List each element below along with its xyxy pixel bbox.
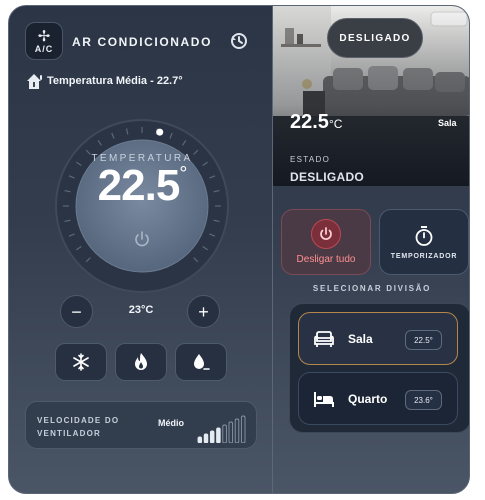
average-temperature-text: Temperatura Média - 22.7° (47, 75, 183, 87)
minus-icon: − (71, 301, 82, 322)
fan-icon: ✢ (37, 27, 51, 45)
room-photo-name: Sala (438, 118, 457, 128)
fan-speed-value: Médio (158, 418, 184, 428)
snowflake-icon (73, 353, 89, 371)
power-icon[interactable] (132, 229, 152, 249)
increase-temperature-button[interactable]: + (187, 295, 220, 328)
left-panel: ✢ A/C AR CONDICIONADO Temperatura Média … (9, 6, 272, 493)
ac-logo-text: A/C (34, 43, 54, 54)
dial-value: 22.5° (97, 161, 188, 210)
fan-speed-label-line1: VELOCIDADE DO (37, 416, 120, 425)
history-button[interactable] (229, 31, 249, 51)
fan-speed-control[interactable]: VELOCIDADE DO VENTILADOR Médio (25, 401, 257, 449)
mode-dry-button[interactable] (175, 343, 227, 381)
timer-label: TEMPORIZADOR (390, 252, 458, 260)
room-photo-temperature: 22.5°C (290, 111, 343, 133)
fan-speed-bar[interactable] (197, 436, 203, 443)
ac-control-card: ✢ A/C AR CONDICIONADO Temperatura Média … (8, 5, 470, 494)
fan-speed-label: VELOCIDADE DO VENTILADOR (37, 414, 119, 440)
mode-cool-button[interactable] (55, 343, 107, 381)
dial-knob[interactable] (156, 128, 164, 136)
flame-icon (135, 353, 147, 370)
fan-speed-bar[interactable] (240, 415, 246, 443)
droplet-icon (194, 354, 210, 370)
fan-speed-bar[interactable] (203, 433, 209, 443)
fan-speed-bar[interactable] (222, 424, 227, 443)
sofa-icon (314, 331, 334, 347)
fan-speed-label-line2: VENTILADOR (37, 429, 101, 438)
app-title: AR CONDICIONADO (72, 35, 212, 49)
history-icon (231, 33, 247, 49)
status-pill: DESLIGADO (327, 18, 423, 58)
temperature-dial[interactable]: TEMPERATURA 22.5° (47, 111, 237, 301)
fan-speed-bar[interactable] (228, 421, 234, 443)
fan-speed-bar[interactable] (234, 418, 240, 443)
plus-icon: + (198, 301, 209, 322)
decrease-temperature-button[interactable]: − (60, 295, 93, 328)
power-off-icon (311, 219, 341, 249)
home-thermometer-icon (27, 74, 42, 89)
setpoint-value: 23°C (128, 304, 154, 316)
room-name: Quarto (348, 392, 388, 406)
room-temperature-badge: 22.5° (405, 330, 442, 350)
ac-logo: ✢ A/C (25, 22, 63, 60)
fan-speed-bar[interactable] (216, 427, 221, 443)
room-name: Sala (348, 332, 373, 346)
state-value: DESLIGADO (290, 170, 365, 184)
room-item-quarto[interactable]: Quarto 23.6° (298, 372, 458, 425)
average-temperature: Temperatura Média - 22.7° (25, 72, 183, 90)
bed-icon (314, 392, 334, 407)
stopwatch-icon (415, 225, 433, 246)
turn-off-all-label: Desligar tudo (296, 254, 356, 265)
mode-heat-button[interactable] (115, 343, 167, 381)
turn-off-all-button[interactable]: Desligar tudo (281, 209, 371, 275)
room-select-title: SELECIONAR DIVISÃO (312, 284, 432, 293)
room-item-sala[interactable]: Sala 22.5° (298, 312, 458, 365)
state-label: ESTADO (290, 155, 331, 164)
room-list: Sala 22.5° Quarto 23.6° (289, 303, 469, 433)
fan-speed-bars[interactable] (197, 415, 247, 443)
room-temperature-badge: 23.6° (405, 390, 442, 410)
fan-speed-bar[interactable] (209, 430, 215, 443)
timer-button[interactable]: TEMPORIZADOR (379, 209, 469, 275)
